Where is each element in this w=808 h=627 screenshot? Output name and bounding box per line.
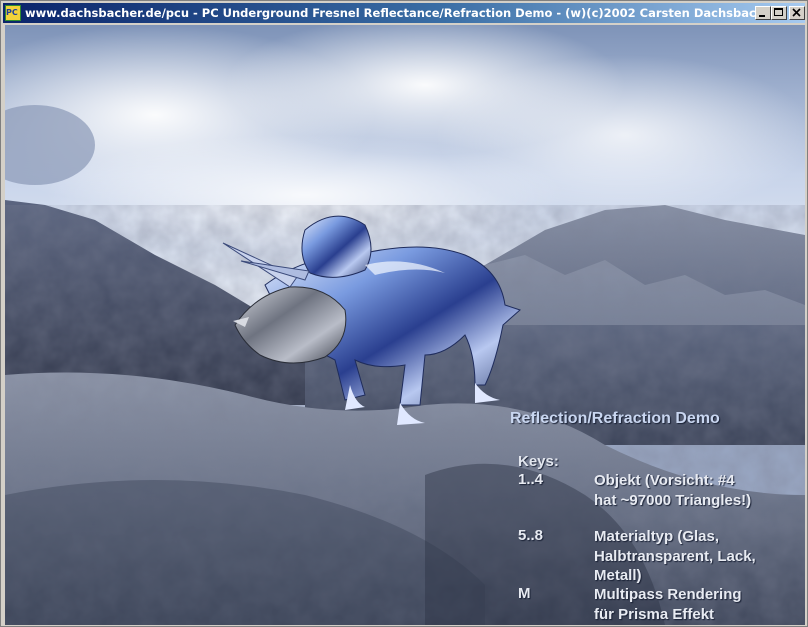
key-description: Multipass Rendering für Prisma Effekt (594, 585, 742, 624)
key-label: 5..8 (518, 527, 544, 544)
key-label: 1..4 (518, 471, 544, 488)
maximize-icon (774, 8, 783, 16)
key-description-line: Halbtransparent, Lack, (594, 547, 756, 565)
key-description-line: hat ~97000 Triangles!) (594, 491, 752, 509)
key-description-line: für Prisma Effekt (594, 605, 715, 623)
title-bar[interactable]: PC www.dachsbacher.de/pcu - PC Undergrou… (3, 3, 805, 23)
demo-title: Reflection/Refraction Demo (510, 410, 720, 427)
minimize-icon (759, 15, 765, 17)
keys-heading: Keys: (518, 453, 559, 470)
minimize-button[interactable] (755, 6, 771, 20)
window-title: www.dachsbacher.de/pcu - PC Underground … (25, 6, 778, 20)
key-description-line: Objekt (Vorsicht: #4 (594, 472, 735, 489)
app-window: PC www.dachsbacher.de/pcu - PC Undergrou… (0, 0, 808, 627)
close-button[interactable] (789, 6, 805, 20)
key-description: Objekt (Vorsicht: #4 hat ~97000 Triangle… (594, 471, 751, 510)
key-description-line: Multipass Rendering (594, 586, 742, 603)
maximize-button[interactable] (771, 6, 787, 20)
pc-underground-icon[interactable]: PC (5, 5, 21, 21)
key-label: M (518, 585, 531, 602)
app-icon-label: PC (6, 8, 18, 17)
key-description: Materialtyp (Glas, Halbtransparent, Lack… (594, 527, 756, 586)
key-description-line: Metall) (594, 567, 642, 584)
key-description-line: Materialtyp (Glas, (594, 528, 720, 545)
close-icon (792, 8, 801, 17)
render-viewport[interactable]: Reflection/Refraction Demo Keys: 1..4 Ob… (5, 25, 805, 625)
